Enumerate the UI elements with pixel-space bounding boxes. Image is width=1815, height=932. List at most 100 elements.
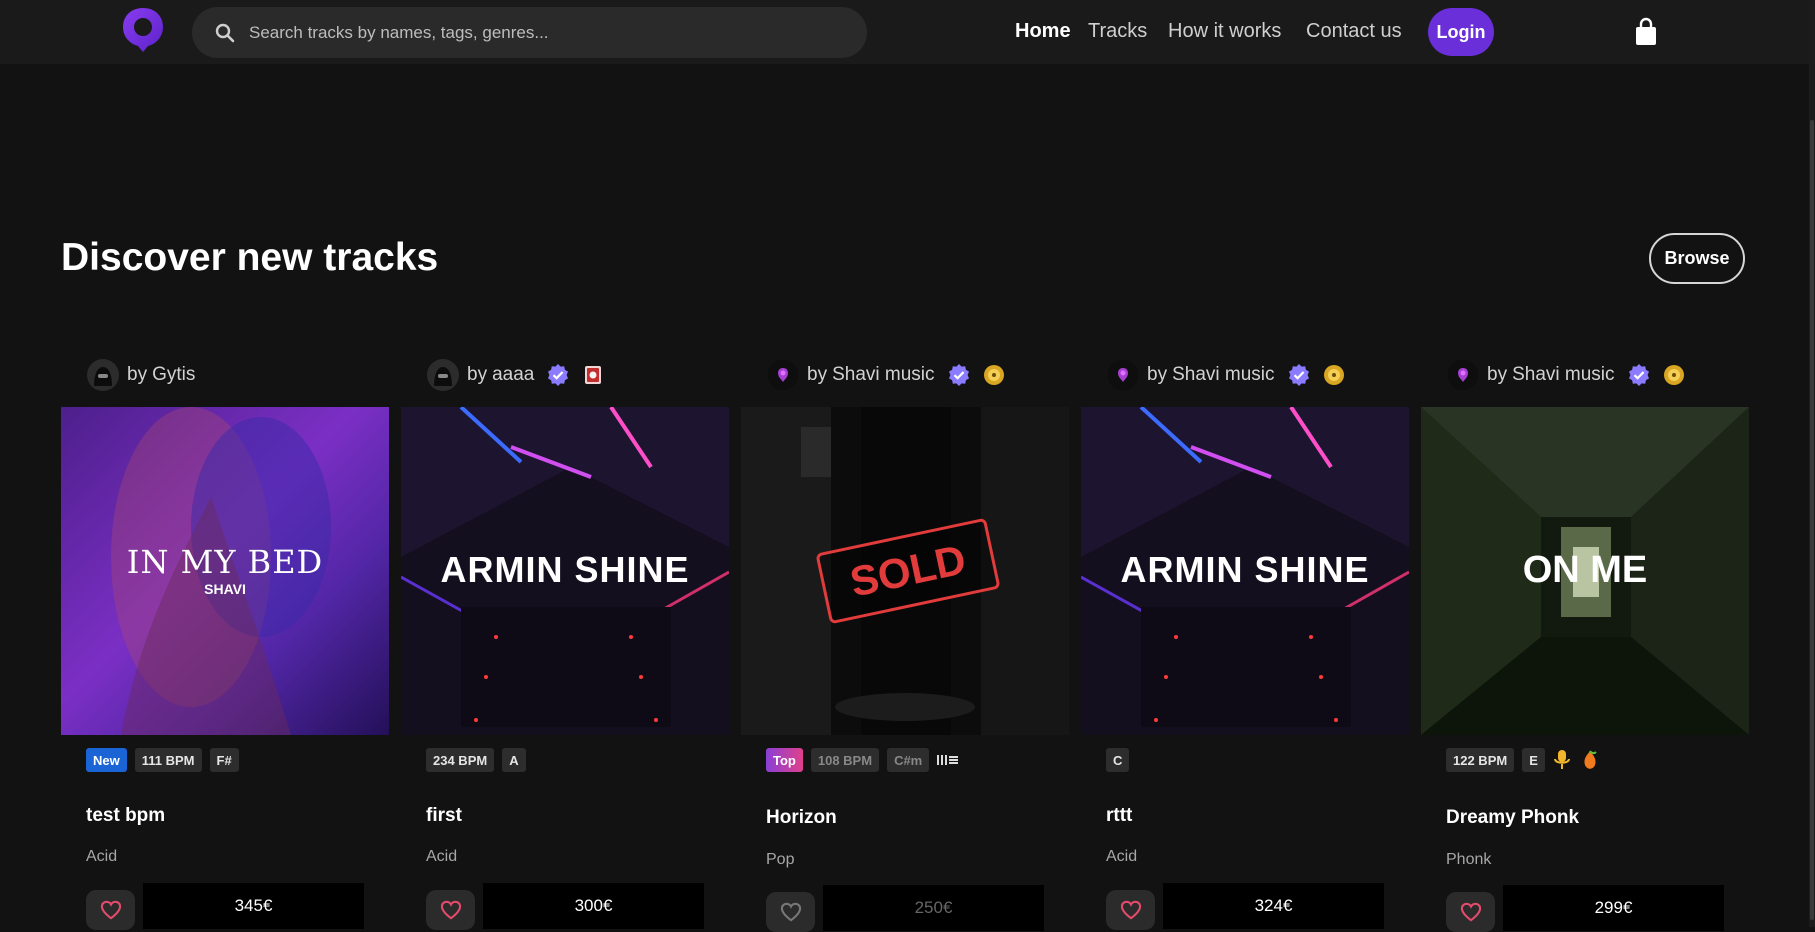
track-genre: Phonk xyxy=(1446,851,1492,868)
nav-contact-us-link[interactable]: Contact us xyxy=(1306,20,1402,43)
author-avatar[interactable] xyxy=(767,359,799,391)
track-cover-image[interactable]: ARMIN SHINE xyxy=(401,407,729,735)
author-label[interactable]: by Shavi music xyxy=(1487,364,1615,386)
bpm-tag: 108 BPM xyxy=(810,748,880,772)
microphone-icon xyxy=(1553,750,1570,769)
brand-logo-icon[interactable] xyxy=(121,6,165,54)
track-card[interactable]: by aaaa ARMIN SHINE 234 BPM A first Acid … xyxy=(401,355,729,930)
author-avatar[interactable] xyxy=(1107,359,1139,391)
like-button[interactable] xyxy=(1106,890,1155,930)
key-tag: E xyxy=(1522,748,1545,772)
nav-home-link[interactable]: Home xyxy=(1015,20,1071,43)
nav-tracks-link[interactable]: Tracks xyxy=(1088,20,1147,43)
track-card[interactable]: by Gytis IN MY BED SHAVI New 111 BPM F# t… xyxy=(61,355,389,930)
author-by-label: by xyxy=(807,364,828,385)
track-title[interactable]: Horizon xyxy=(766,807,837,829)
track-card[interactable]: by Shavi music SOLD Top 108 BPM C#m Horiz… xyxy=(741,355,1069,932)
heart-icon xyxy=(1460,902,1481,922)
author-row[interactable]: by Shavi music xyxy=(767,358,1005,392)
author-by-label: by xyxy=(127,364,148,385)
author-label[interactable]: by Gytis xyxy=(127,364,195,386)
like-button[interactable] xyxy=(426,890,475,930)
verified-badge-icon xyxy=(948,364,969,386)
shopping-bag-icon[interactable] xyxy=(1633,17,1659,47)
author-row[interactable]: by Shavi music xyxy=(1107,358,1345,392)
fl-studio-icon xyxy=(1584,750,1597,769)
track-tags: C xyxy=(1106,748,1130,772)
price-button: 250€ xyxy=(823,885,1044,931)
bpm-tag: 234 BPM xyxy=(426,748,495,772)
track-genre: Pop xyxy=(766,851,795,868)
author-by-label: by xyxy=(1487,364,1508,385)
track-title[interactable]: rttt xyxy=(1106,805,1132,827)
author-name[interactable]: Gytis xyxy=(152,364,195,385)
track-card[interactable]: by Shavi music ARMIN SHINE C rttt Acid 32… xyxy=(1081,355,1409,930)
author-row[interactable]: by aaaa xyxy=(427,358,604,392)
price-button[interactable]: 345€ xyxy=(143,883,364,929)
top-badge: Top xyxy=(766,748,803,772)
track-cover-image[interactable]: ARMIN SHINE xyxy=(1081,407,1409,735)
cover-title: ARMIN SHINE xyxy=(1120,549,1370,590)
author-by-label: by xyxy=(1147,364,1168,385)
author-avatar[interactable] xyxy=(87,359,119,391)
cover-title: ARMIN SHINE xyxy=(440,549,690,590)
search-input[interactable] xyxy=(247,21,811,44)
verified-badge-icon xyxy=(1288,364,1309,386)
verified-badge-icon xyxy=(1628,364,1649,386)
author-avatar[interactable] xyxy=(427,359,459,391)
page-scrollbar[interactable] xyxy=(1809,0,1815,927)
heart-icon xyxy=(440,900,461,920)
scrollbar-thumb[interactable] xyxy=(1810,120,1814,920)
track-title[interactable]: test bpm xyxy=(86,805,165,827)
badge-icon xyxy=(585,366,602,384)
author-name[interactable]: Shavi music xyxy=(832,364,934,385)
like-button[interactable] xyxy=(86,890,135,930)
gold-disc-icon xyxy=(983,365,1004,385)
track-tags: New 111 BPM F# xyxy=(86,748,239,772)
nav-how-it-works-link[interactable]: How it works xyxy=(1168,20,1281,43)
track-tags: 234 BPM A xyxy=(426,748,526,772)
key-tag: C xyxy=(1106,748,1130,772)
track-genre: Acid xyxy=(426,848,458,865)
heart-icon xyxy=(1120,900,1141,920)
new-badge: New xyxy=(86,748,127,772)
verified-badge-icon xyxy=(548,364,569,386)
track-title[interactable]: first xyxy=(426,805,462,827)
search-bar[interactable] xyxy=(192,7,867,58)
author-label[interactable]: by aaaa xyxy=(467,364,534,386)
key-tag: C#m xyxy=(887,748,930,772)
track-cover-image[interactable]: SOLD xyxy=(741,407,1069,735)
browse-button[interactable]: Browse xyxy=(1649,233,1745,284)
key-tag: F# xyxy=(209,748,239,772)
track-cover-image[interactable]: IN MY BED SHAVI xyxy=(61,407,389,735)
author-name[interactable]: Shavi music xyxy=(1512,364,1614,385)
search-icon xyxy=(215,23,235,42)
track-tags: 122 BPM E xyxy=(1446,748,1601,772)
cover-subtitle: SHAVI xyxy=(204,581,246,597)
author-label[interactable]: by Shavi music xyxy=(1147,364,1275,386)
stems-icon xyxy=(937,755,959,765)
track-genre: Acid xyxy=(86,848,118,865)
like-button[interactable] xyxy=(766,892,815,932)
author-by-label: by xyxy=(467,364,488,385)
bpm-tag: 122 BPM xyxy=(1446,748,1515,772)
author-avatar[interactable] xyxy=(1447,359,1479,391)
top-navigation-bar: Home Tracks How it works Contact us Logi… xyxy=(0,0,1815,64)
author-label[interactable]: by Shavi music xyxy=(807,364,935,386)
cover-title: IN MY BED xyxy=(126,543,324,581)
track-title[interactable]: Dreamy Phonk xyxy=(1446,807,1579,829)
like-button[interactable] xyxy=(1446,892,1495,932)
author-name[interactable]: Shavi music xyxy=(1172,364,1274,385)
price-button[interactable]: 299€ xyxy=(1503,885,1724,931)
cover-title: ON ME xyxy=(1522,549,1648,591)
price-button[interactable]: 324€ xyxy=(1163,883,1384,929)
login-button[interactable]: Login xyxy=(1428,8,1494,56)
track-card[interactable]: by Shavi music ON ME 122 BPM E Dreamy Pho… xyxy=(1421,355,1749,932)
price-button[interactable]: 300€ xyxy=(483,883,704,929)
author-name[interactable]: aaaa xyxy=(492,364,534,385)
gold-disc-icon xyxy=(1323,365,1344,385)
track-cover-image[interactable]: ON ME xyxy=(1421,407,1749,735)
author-row[interactable]: by Gytis xyxy=(87,358,195,392)
bpm-tag: 111 BPM xyxy=(134,748,202,772)
author-row[interactable]: by Shavi music xyxy=(1447,358,1685,392)
